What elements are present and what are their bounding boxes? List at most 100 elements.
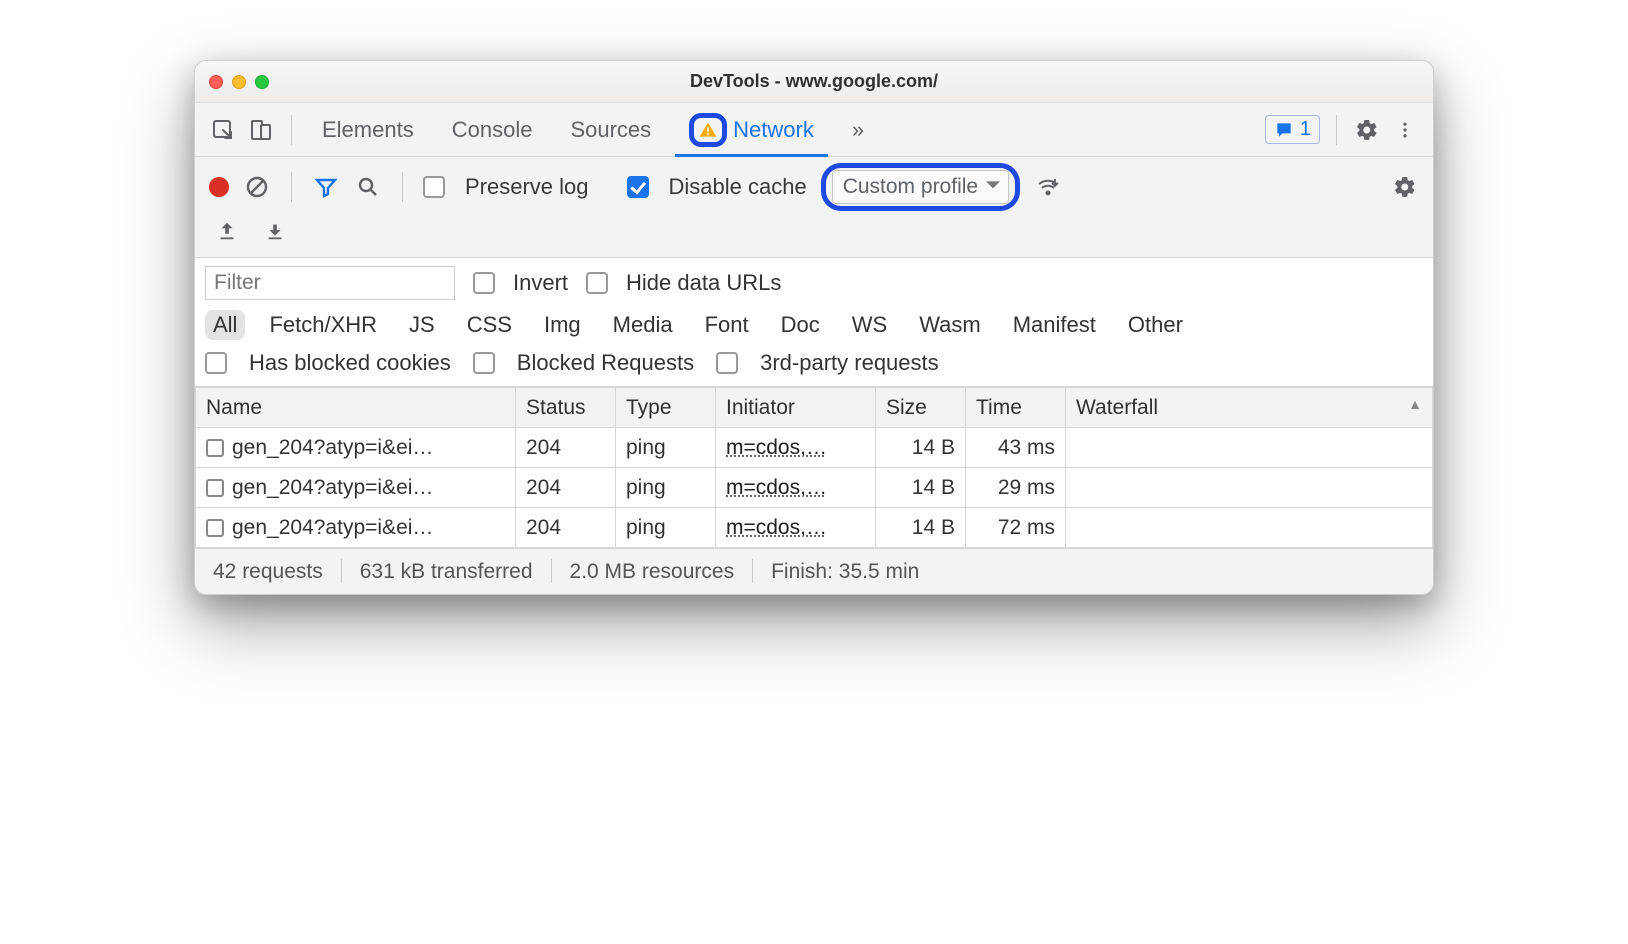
preserve-log-label: Preserve log — [465, 174, 589, 200]
status-transferred: 631 kB transferred — [323, 559, 533, 584]
cell-initiator[interactable]: m=cdos,… — [726, 516, 827, 539]
search-icon[interactable] — [354, 173, 382, 201]
table-row[interactable]: gen_204?atyp=i&ei… 204ping m=cdos,… 14 B43 … — [196, 428, 1433, 468]
devtools-window: DevTools - www.google.com/ Elements Cons… — [194, 60, 1434, 595]
divider — [291, 172, 292, 202]
settings-icon[interactable] — [1353, 116, 1381, 144]
cell-type: ping — [616, 468, 716, 508]
cell-waterfall — [1066, 428, 1433, 468]
chip-doc[interactable]: Doc — [773, 310, 828, 340]
col-type-header[interactable]: Type — [616, 388, 716, 428]
record-button[interactable] — [209, 177, 229, 197]
cell-size: 14 B — [876, 428, 966, 468]
col-size-header[interactable]: Size — [876, 388, 966, 428]
chip-other[interactable]: Other — [1120, 310, 1191, 340]
warning-highlight-ring — [689, 113, 727, 147]
file-icon — [206, 439, 224, 457]
chip-font[interactable]: Font — [697, 310, 757, 340]
blocked-requests-checkbox[interactable] — [473, 352, 495, 374]
tabs-overflow-button[interactable]: » — [838, 103, 878, 156]
main-tabs-bar: Elements Console Sources Network » 1 — [195, 103, 1433, 157]
cell-name: gen_204?atyp=i&ei… — [232, 476, 433, 499]
filter-toggle-icon[interactable] — [312, 173, 340, 201]
cell-type: ping — [616, 508, 716, 548]
throttling-select[interactable]: Custom profile — [832, 170, 1009, 204]
hide-data-urls-label: Hide data URLs — [626, 270, 781, 296]
chip-ws[interactable]: WS — [844, 310, 895, 340]
has-blocked-cookies-label: Has blocked cookies — [249, 350, 451, 376]
tab-sources[interactable]: Sources — [556, 103, 665, 156]
titlebar: DevTools - www.google.com/ — [195, 61, 1433, 103]
cell-waterfall — [1066, 468, 1433, 508]
chip-fetch-xhr[interactable]: Fetch/XHR — [261, 310, 385, 340]
invert-checkbox[interactable] — [473, 272, 495, 294]
cell-name: gen_204?atyp=i&ei… — [232, 436, 433, 459]
divider — [402, 172, 403, 202]
export-har-icon[interactable] — [261, 217, 289, 245]
cell-name: gen_204?atyp=i&ei… — [232, 516, 433, 539]
col-name-header[interactable]: Name — [196, 388, 516, 428]
cell-time: 72 ms — [966, 508, 1066, 548]
blocked-requests-label: Blocked Requests — [517, 350, 694, 376]
tab-network[interactable]: Network — [675, 103, 828, 156]
inspect-element-icon[interactable] — [209, 116, 237, 144]
disable-cache-label: Disable cache — [669, 174, 807, 200]
status-bar: 42 requests 631 kB transferred 2.0 MB re… — [195, 548, 1433, 594]
chip-img[interactable]: Img — [536, 310, 589, 340]
divider — [291, 115, 292, 145]
disable-cache-checkbox[interactable] — [627, 176, 649, 198]
divider — [1336, 115, 1337, 145]
cell-time: 43 ms — [966, 428, 1066, 468]
col-waterfall-header[interactable]: Waterfall — [1066, 388, 1433, 428]
clear-button-icon[interactable] — [243, 173, 271, 201]
status-finish: Finish: 35.5 min — [734, 559, 919, 584]
table-row[interactable]: gen_204?atyp=i&ei…204pingm=cdos,…14 B29 … — [196, 468, 1433, 508]
col-time-header[interactable]: Time — [966, 388, 1066, 428]
filter-input[interactable] — [205, 266, 455, 300]
cell-size: 14 B — [876, 508, 966, 548]
chip-manifest[interactable]: Manifest — [1005, 310, 1104, 340]
chip-wasm[interactable]: Wasm — [911, 310, 989, 340]
issues-icon — [1274, 120, 1294, 140]
import-har-icon[interactable] — [213, 217, 241, 245]
has-blocked-cookies-checkbox[interactable] — [205, 352, 227, 374]
tab-console[interactable]: Console — [438, 103, 547, 156]
throttle-highlight-ring: Custom profile — [821, 163, 1020, 211]
issues-badge[interactable]: 1 — [1265, 115, 1320, 144]
hide-data-urls-checkbox[interactable] — [586, 272, 608, 294]
cell-time: 29 ms — [966, 468, 1066, 508]
filter-bar: Invert Hide data URLs All Fetch/XHR JS C… — [195, 258, 1433, 387]
issues-count: 1 — [1300, 118, 1311, 141]
tab-network-label: Network — [733, 117, 814, 143]
cell-type: ping — [616, 428, 716, 468]
cell-size: 14 B — [876, 468, 966, 508]
third-party-checkbox[interactable] — [716, 352, 738, 374]
network-toolbar: Preserve log Disable cache Custom profil… — [195, 157, 1433, 258]
col-initiator-header[interactable]: Initiator — [716, 388, 876, 428]
file-icon — [206, 519, 224, 537]
type-filter-chips: All Fetch/XHR JS CSS Img Media Font Doc … — [205, 310, 1423, 340]
requests-table: Name Status Type Initiator Size Time Wat… — [195, 387, 1433, 548]
cell-waterfall — [1066, 508, 1433, 548]
table-row[interactable]: gen_204?atyp=i&ei… 204ping m=cdos,… 14 B72 … — [196, 508, 1433, 548]
more-menu-icon[interactable] — [1391, 116, 1419, 144]
preserve-log-checkbox[interactable] — [423, 176, 445, 198]
warning-icon — [698, 120, 718, 140]
chip-all[interactable]: All — [205, 310, 245, 340]
network-conditions-icon[interactable] — [1034, 173, 1062, 201]
device-toolbar-icon[interactable] — [247, 116, 275, 144]
cell-status: 204 — [516, 428, 616, 468]
status-resources: 2.0 MB resources — [533, 559, 735, 584]
chip-media[interactable]: Media — [605, 310, 681, 340]
chip-js[interactable]: JS — [401, 310, 443, 340]
cell-initiator[interactable]: m=cdos,… — [726, 476, 827, 499]
status-requests: 42 requests — [213, 560, 323, 584]
cell-initiator[interactable]: m=cdos,… — [726, 436, 827, 459]
network-settings-icon[interactable] — [1391, 173, 1419, 201]
tab-elements[interactable]: Elements — [308, 103, 428, 156]
window-title: DevTools - www.google.com/ — [195, 71, 1433, 92]
invert-label: Invert — [513, 270, 568, 296]
col-status-header[interactable]: Status — [516, 388, 616, 428]
chip-css[interactable]: CSS — [459, 310, 520, 340]
cell-status: 204 — [516, 508, 616, 548]
